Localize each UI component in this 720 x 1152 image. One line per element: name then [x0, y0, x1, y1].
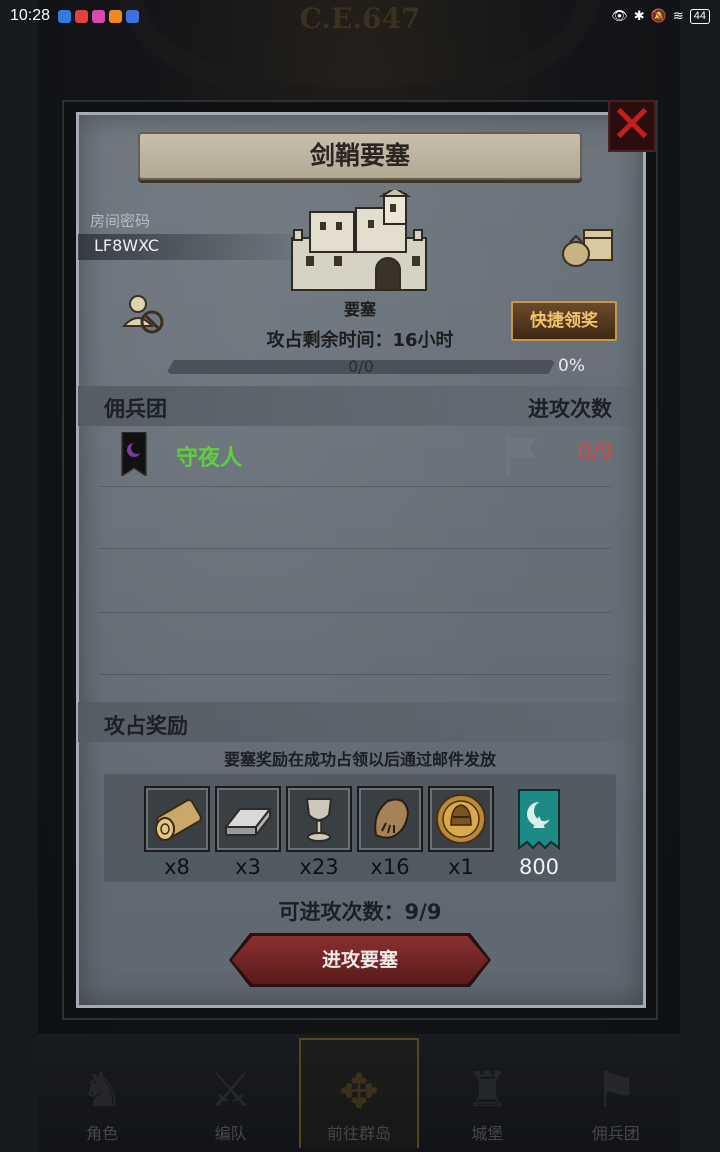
- progress-value: 0/0: [348, 357, 374, 376]
- goblet-icon: [286, 786, 352, 852]
- reward-item[interactable]: x16: [357, 786, 423, 882]
- rewards-header: 攻占奖励: [104, 714, 188, 738]
- row-divider: [100, 486, 610, 487]
- occupation-time-remaining: 攻占剩余时间：16小时: [266, 330, 454, 351]
- reward-count: x3: [235, 855, 261, 879]
- guild-banner-icon: [506, 786, 572, 852]
- fortress-label: 要塞: [343, 300, 376, 319]
- reward-count: x1: [448, 855, 474, 879]
- knight-helmet-coin-icon: [428, 786, 494, 852]
- reward-count: x23: [299, 855, 339, 879]
- quick-claim-button[interactable]: 快捷领奖: [511, 301, 617, 341]
- reward-item[interactable]: x8: [144, 786, 210, 882]
- wood-log-icon: [144, 786, 210, 852]
- reward-note: 要塞奖励在成功占领以后通过邮件发放: [223, 750, 496, 769]
- close-button[interactable]: ✕: [608, 99, 656, 152]
- mute-icon: 🔕: [650, 8, 667, 23]
- reward-item[interactable]: x1: [428, 786, 494, 882]
- row-divider: [100, 612, 610, 613]
- flag-icon: [506, 436, 536, 476]
- mercenary-header: 佣兵团: [104, 397, 167, 421]
- reward-item[interactable]: x3: [215, 786, 281, 882]
- app-notification-icon: [126, 9, 140, 23]
- wifi-icon: ≋: [672, 8, 684, 23]
- fortress-icon: [291, 190, 427, 291]
- app-notification-icon: [75, 9, 89, 23]
- reward-count: x8: [164, 855, 190, 879]
- blocked-user-icon[interactable]: [122, 292, 166, 336]
- app-notification-icon: [109, 9, 123, 23]
- supplies-icon[interactable]: [560, 224, 616, 268]
- mercenary-row[interactable]: 守夜人 0/9: [100, 430, 630, 480]
- iron-ingot-icon: [215, 786, 281, 852]
- reward-item[interactable]: 800: [506, 786, 572, 882]
- fur-pelt-icon: [357, 786, 423, 852]
- status-bar: 10:28 👁 ✱ 🔕 ≋ 44: [0, 0, 720, 32]
- banner-icon: [121, 432, 147, 476]
- eye-icon: 👁: [611, 8, 628, 23]
- attacks-available: 可进攻次数：9/9: [278, 900, 442, 924]
- bluetooth-icon: ✱: [633, 8, 645, 23]
- battery-icon: 44: [689, 8, 710, 24]
- row-divider: [100, 674, 610, 675]
- reward-item[interactable]: x23: [286, 786, 352, 882]
- app-notification-icon: [92, 9, 106, 23]
- attack-fortress-button[interactable]: 进攻要塞: [232, 936, 488, 984]
- row-divider: [100, 548, 610, 549]
- clock: 10:28: [10, 7, 51, 24]
- room-code-label: 房间密码: [90, 212, 151, 230]
- app-notification-icon: [58, 9, 72, 23]
- status-icons: 👁 ✱ 🔕 ≋ 44: [611, 8, 710, 24]
- attack-count-header: 进攻次数: [528, 397, 612, 421]
- mercenary-attacks: 0/9: [578, 440, 614, 465]
- room-code-value: LF8WXC: [94, 236, 160, 255]
- reward-count: x16: [370, 855, 410, 879]
- close-icon: ✕: [610, 95, 654, 155]
- mercenary-name: 守夜人: [176, 446, 243, 471]
- reward-count: 800: [518, 855, 560, 879]
- progress-percent: 0%: [558, 356, 585, 376]
- dialog-title: 剑鞘要塞: [138, 132, 582, 180]
